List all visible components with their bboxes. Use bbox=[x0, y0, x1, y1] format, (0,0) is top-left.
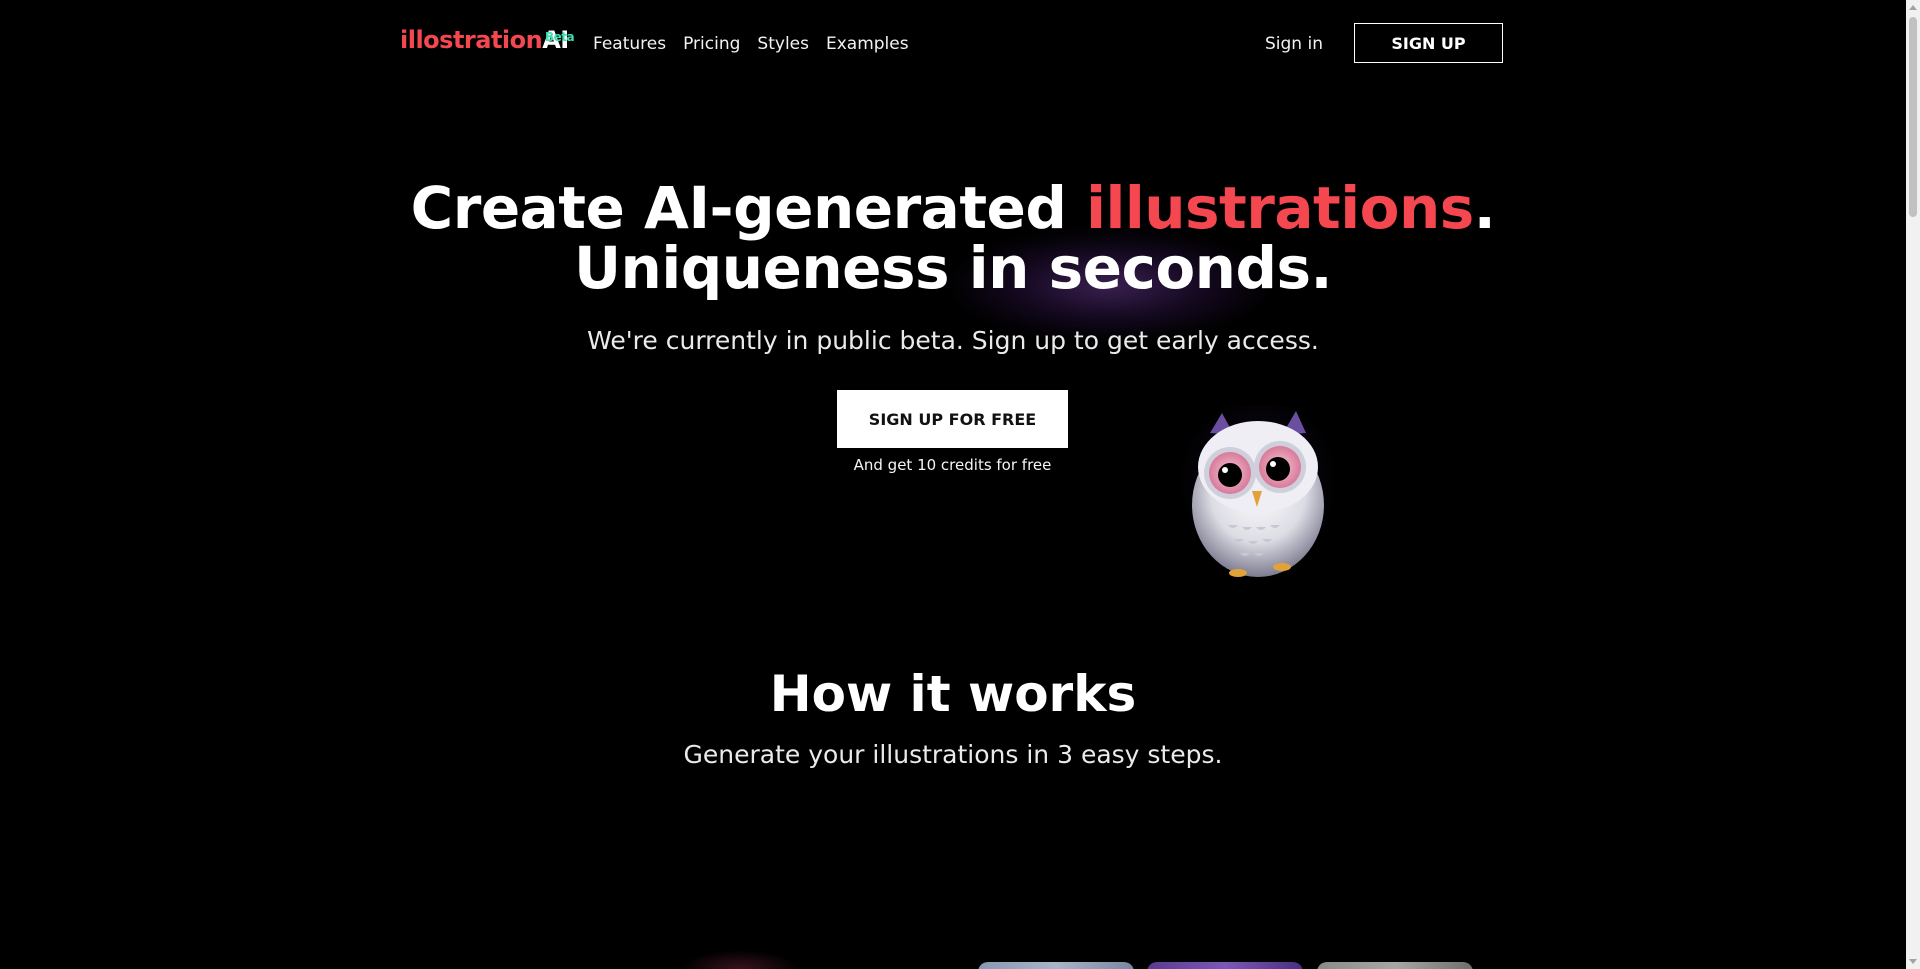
nav-link-examples[interactable]: Examples bbox=[826, 34, 909, 54]
hero-title-part1: Create AI-generated bbox=[410, 174, 1087, 242]
beta-badge: Beta bbox=[545, 30, 575, 44]
how-it-works-title: How it works bbox=[769, 665, 1137, 723]
step-preview-glow bbox=[680, 950, 800, 969]
step-preview-card bbox=[1147, 962, 1303, 969]
hero-subtitle: We're currently in public beta. Sign up … bbox=[587, 326, 1319, 355]
hero-title-accent: illustrations bbox=[1086, 174, 1474, 242]
scroll-up-icon[interactable] bbox=[1909, 5, 1917, 10]
sign-up-button[interactable]: SIGN UP bbox=[1354, 23, 1503, 63]
step-preview-card bbox=[1317, 962, 1473, 969]
hero-title-period: . bbox=[1473, 174, 1496, 242]
hero-title: Create AI-generated illustrations. Uniqu… bbox=[0, 178, 1906, 298]
scroll-down-icon[interactable] bbox=[1909, 959, 1917, 964]
top-navbar: illostrationAI Beta Features Pricing Sty… bbox=[0, 0, 1906, 90]
step-preview-card bbox=[978, 962, 1134, 969]
nav-link-pricing[interactable]: Pricing bbox=[683, 34, 740, 54]
sign-in-link[interactable]: Sign in bbox=[1265, 34, 1323, 54]
owl-mascot-icon bbox=[1178, 405, 1338, 580]
scrollbar-thumb[interactable] bbox=[1909, 17, 1917, 217]
hero-title-line2: Uniqueness in seconds. bbox=[573, 234, 1333, 302]
page: illostrationAI Beta Features Pricing Sty… bbox=[0, 0, 1920, 969]
sign-up-free-button[interactable]: SIGN UP FOR FREE bbox=[837, 390, 1068, 448]
logo-text-primary: illostration bbox=[400, 26, 543, 54]
nav-links: Features Pricing Styles Examples bbox=[593, 34, 926, 54]
cta-note: And get 10 credits for free bbox=[853, 456, 1052, 474]
page-scrollbar[interactable] bbox=[1906, 0, 1920, 969]
logo[interactable]: illostrationAI Beta bbox=[400, 26, 575, 54]
nav-link-styles[interactable]: Styles bbox=[757, 34, 809, 54]
nav-link-features[interactable]: Features bbox=[593, 34, 666, 54]
how-it-works-subtitle: Generate your illustrations in 3 easy st… bbox=[683, 740, 1223, 769]
